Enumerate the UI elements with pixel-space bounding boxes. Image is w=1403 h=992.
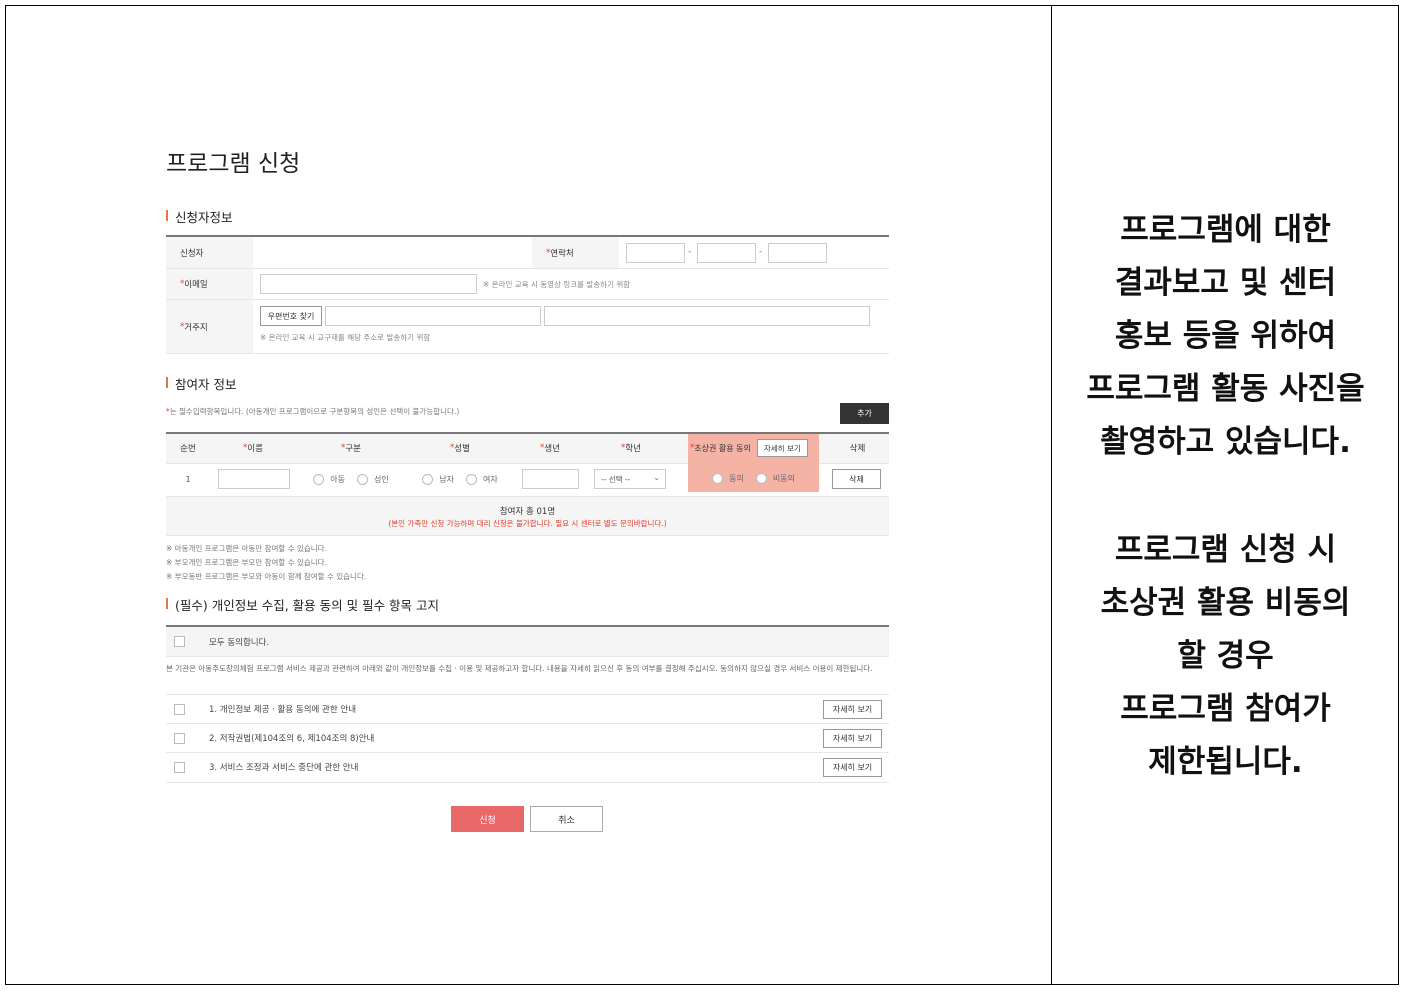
col-number: 순번 (180, 444, 196, 454)
birth-year-input[interactable] (522, 469, 579, 489)
participant-table: 순번 * 이름 * 구분 * 성별 * 생년 * 학년 * 초상권 활용 동의 자세히 보기… (166, 432, 889, 536)
consent-item-label: 1. 개인정보 제공 · 활용 동의에 관한 안내 (209, 705, 357, 715)
applicant-table: 신청자 * 연락처 - - * 이메일 ※ 온라인 교육 시 동영상 링크를 발송하… (166, 235, 889, 354)
email-field[interactable] (260, 274, 477, 294)
type-adult-option[interactable]: 성인 (357, 473, 389, 485)
col-birth-year: * 생년 (540, 443, 560, 454)
consent-intro: 본 기관은 아동주도창의체험 프로그램 서비스 제공과 관련하여 아래와 같이 … (166, 657, 889, 695)
consent-item-checkbox[interactable] (174, 704, 185, 715)
participant-name-input[interactable] (218, 469, 290, 489)
portrait-detail-button[interactable]: 자세히 보기 (756, 439, 808, 457)
consent-item-row: 2. 저작권법(제104조의 6, 제104조의 8)안내 자세히 보기 (166, 724, 889, 753)
applicant-row-name: 신청자 * 연락처 - - (166, 237, 889, 269)
side-note-line: 프로그램에 대한 (1120, 212, 1331, 248)
side-note-photo: 프로그램에 대한 결과보고 및 센터 홍보 등을 위하여 프로그램 활동 사진을… (1052, 204, 1399, 469)
row-number: 1 (185, 474, 191, 484)
zip-code-field[interactable] (325, 306, 541, 326)
side-note-line: 촬영하고 있습니다. (1100, 424, 1351, 460)
participant-note: ※ 부모개인 프로그램은 부모만 참여할 수 있습니다. (166, 558, 327, 567)
type-radio-group: 아동 성인 (296, 464, 406, 494)
participant-note: ※ 부모동반 프로그램은 부모와 아동이 함께 참여할 수 있습니다. (166, 572, 367, 581)
side-note-line: 결과보고 및 센터 (1114, 265, 1337, 301)
agree-all-label: 모두 동의합니다. (209, 638, 270, 648)
page-title: 프로그램 신청 (166, 151, 301, 177)
consent-agree-option[interactable]: 동의 (712, 472, 744, 484)
consent-detail-button[interactable]: 자세히 보기 (823, 729, 882, 748)
radio-icon (313, 473, 325, 485)
gender-male-option[interactable]: 남자 (422, 473, 454, 485)
applicant-row-email: * 이메일 ※ 온라인 교육 시 동영상 링크를 발송하기 위함 (166, 269, 889, 300)
address-hint: ※ 온라인 교육 시 교구재를 해당 주소로 발송하기 위함 (260, 333, 431, 342)
agree-all-row: 모두 동의합니다. (166, 627, 889, 657)
consent-radio-group: 동의 비동의 (688, 464, 819, 492)
participant-note: ※ 아동개인 프로그램은 아동만 참여할 수 있습니다. (166, 544, 327, 553)
email-label: * 이메일 (166, 269, 253, 299)
participant-total-box: 참여자 총 01명 (본인 가족만 신청 가능하며 대리 신청은 불가합니다. … (166, 496, 889, 536)
consent-item-label: 3. 서비스 조정과 서비스 중단에 관한 안내 (209, 763, 359, 773)
applicant-section-title: 신청자정보 (166, 207, 233, 226)
radio-icon (466, 473, 477, 485)
consent-table: 모두 동의합니다. 본 기관은 아동주도창의체험 프로그램 서비스 제공과 관련… (166, 625, 889, 783)
radio-icon (755, 472, 767, 484)
phone-field-3[interactable] (768, 243, 827, 263)
consent-item-row: 1. 개인정보 제공 · 활용 동의에 관한 안내 자세히 보기 (166, 695, 889, 724)
gender-radio-group: 남자 여자 (406, 464, 514, 494)
phone-label: * 연락처 (532, 237, 619, 268)
consent-item-row: 3. 서비스 조정과 서비스 중단에 관한 안내 자세히 보기 (166, 753, 889, 783)
delete-participant-button[interactable]: 삭제 (832, 469, 881, 489)
gender-female-option[interactable]: 여자 (466, 473, 498, 485)
address-label: * 거주지 (166, 300, 253, 353)
side-note-line: 할 경우 (1177, 638, 1274, 674)
applicant-name-label: 신청자 (166, 237, 253, 268)
side-note-restriction: 프로그램 신청 시 초상권 활용 비동의 할 경우 프로그램 참여가 제한됩니다… (1052, 524, 1399, 789)
side-note-line: 프로그램 활동 사진을 (1086, 371, 1365, 407)
phone-field-1[interactable] (626, 243, 685, 263)
agree-all-checkbox[interactable] (174, 636, 185, 647)
zip-search-button[interactable]: 우편번호 찾기 (260, 306, 322, 326)
radio-icon (422, 473, 434, 485)
required-note: *는 필수입력항목입니다. (아동개인 프로그램이므로 구분항목의 성인은 선택… (166, 407, 460, 416)
col-type: * 구분 (341, 443, 361, 454)
radio-icon (357, 473, 368, 485)
cancel-button[interactable]: 취소 (530, 806, 603, 832)
participant-total: 참여자 총 01명 (499, 507, 556, 517)
address-detail-field[interactable] (544, 306, 870, 326)
add-participant-button[interactable]: 추가 (840, 403, 889, 424)
phone-separator: - (688, 247, 692, 257)
applicant-row-address: * 거주지 우편번호 찾기 ※ 온라인 교육 시 교구재를 해당 주소로 발송하기… (166, 300, 889, 354)
consent-section-title: (필수) 개인정보 수집, 활용 동의 및 필수 항목 고지 (166, 595, 439, 614)
submit-button[interactable]: 신청 (451, 806, 524, 832)
consent-detail-button[interactable]: 자세히 보기 (823, 700, 882, 719)
radio-icon (712, 472, 724, 484)
consent-item-checkbox[interactable] (174, 733, 185, 744)
col-grade: * 학년 (621, 443, 641, 454)
column-divider (1051, 5, 1052, 985)
col-gender: * 성별 (450, 443, 470, 454)
consent-item-label: 2. 저작권법(제104조의 6, 제104조의 8)안내 (209, 734, 375, 744)
consent-disagree-option[interactable]: 비동의 (755, 472, 795, 484)
consent-item-checkbox[interactable] (174, 762, 185, 773)
side-note-line: 제한됩니다. (1148, 744, 1303, 780)
side-note-line: 프로그램 신청 시 (1114, 532, 1337, 568)
grade-select[interactable]: -- 선택 -- ⌄ (594, 469, 666, 489)
email-hint: ※ 온라인 교육 시 동영상 링크를 발송하기 위함 (483, 280, 631, 289)
side-note-line: 초상권 활용 비동의 (1100, 585, 1351, 621)
col-portrait-consent: * 초상권 활용 동의 자세히 보기 (688, 434, 819, 462)
type-child-option[interactable]: 아동 (313, 473, 345, 485)
chevron-down-icon: ⌄ (653, 473, 660, 482)
side-note-line: 프로그램 참여가 (1120, 691, 1331, 727)
col-delete: 삭제 (849, 444, 866, 454)
phone-separator: - (759, 247, 763, 257)
phone-field-2[interactable] (697, 243, 756, 263)
participant-section-title: 참여자 정보 (166, 374, 236, 393)
col-name: * 이름 (243, 443, 263, 454)
consent-detail-button[interactable]: 자세히 보기 (823, 758, 882, 777)
participant-warning: (본인 가족만 신청 가능하며 대리 신청은 불가합니다. 필요 시 센터로 별… (388, 519, 667, 528)
side-note-line: 홍보 등을 위하여 (1114, 318, 1337, 354)
